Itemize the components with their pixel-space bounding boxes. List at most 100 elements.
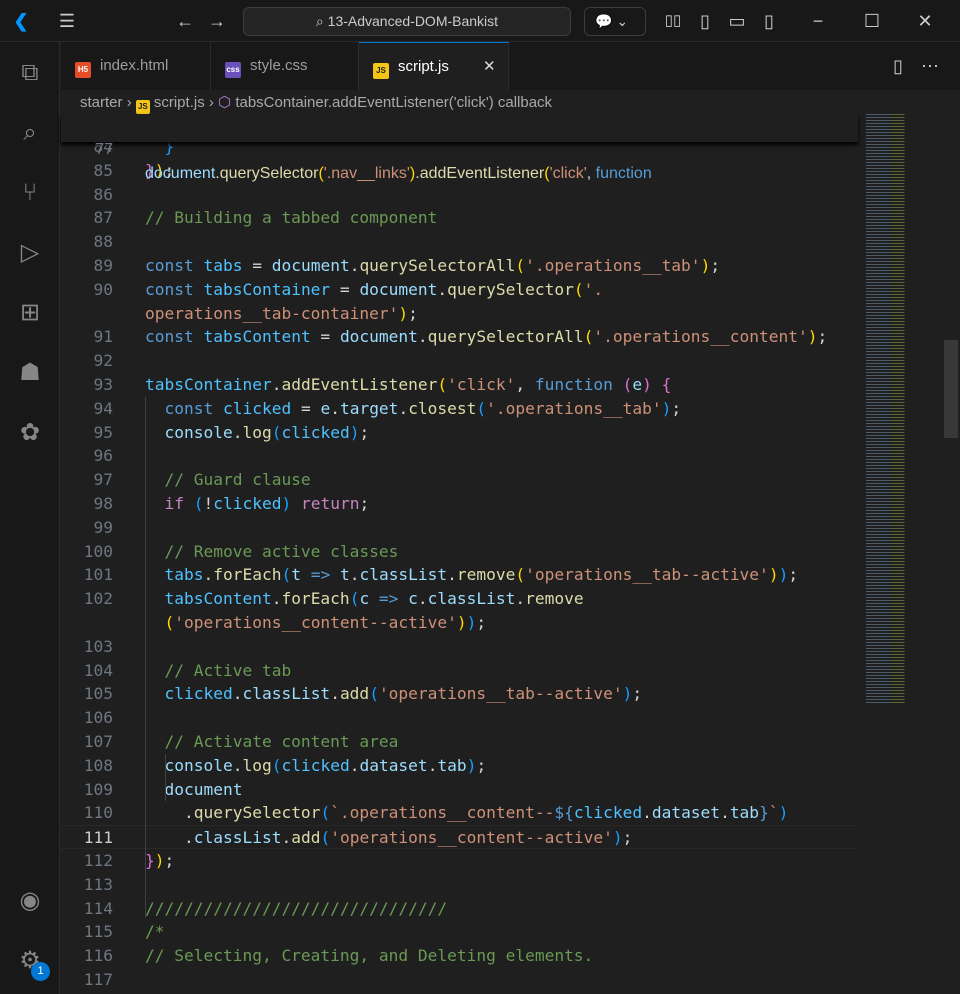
code-token: ) bbox=[456, 613, 467, 632]
sticky-scroll-header[interactable]: 77 document.querySelector('.nav__links')… bbox=[61, 114, 858, 182]
search-icon[interactable]: ⌕ bbox=[15, 118, 45, 148]
breadcrumb-file[interactable]: script.js bbox=[154, 94, 205, 111]
source-control-icon[interactable]: ⑂ bbox=[15, 178, 45, 208]
code-token: ; bbox=[817, 327, 828, 347]
code-token: t bbox=[291, 565, 301, 585]
code-token: forEach bbox=[281, 589, 350, 609]
code-token: { bbox=[651, 375, 672, 394]
tab-index-html[interactable]: H5 index.html bbox=[61, 42, 211, 90]
code-text: console.log(clicked); bbox=[145, 421, 369, 445]
code-line: ('operations__content--active')); bbox=[61, 611, 856, 635]
code-token: ) bbox=[768, 565, 779, 585]
code-token: ) bbox=[349, 422, 360, 442]
back-arrow-icon[interactable]: ← bbox=[172, 8, 198, 34]
line-number: 113 bbox=[83, 874, 113, 894]
code-token: e bbox=[320, 398, 331, 418]
code-line: 111 .classList.add('operations__content-… bbox=[61, 825, 856, 850]
code-token: . bbox=[232, 755, 243, 775]
run-debug-icon[interactable]: ▷ bbox=[15, 238, 45, 268]
code-token: classList bbox=[359, 565, 448, 585]
split-editor-icon[interactable]: ▯ bbox=[885, 53, 911, 79]
code-token: . bbox=[203, 565, 214, 585]
code-line: 87// Building a tabbed component bbox=[61, 206, 856, 230]
code-token: ) bbox=[281, 494, 292, 513]
code-token: . bbox=[349, 256, 360, 275]
code-token: closest bbox=[408, 398, 477, 418]
minimap[interactable] bbox=[866, 114, 936, 704]
line-number: 100 bbox=[83, 541, 113, 561]
line-number: 109 bbox=[83, 779, 113, 799]
code-line: 109 document bbox=[61, 778, 856, 802]
cat-extension-icon[interactable]: ☗ bbox=[15, 358, 45, 388]
line-number: 111 bbox=[83, 828, 113, 848]
code-token: ) bbox=[466, 613, 477, 632]
line-number: 112 bbox=[83, 851, 113, 870]
code-token: querySelector bbox=[193, 803, 321, 823]
code-token: document bbox=[359, 279, 438, 299]
code-token: = bbox=[330, 279, 360, 299]
line-number: 89 bbox=[93, 256, 114, 275]
line-number: 114 bbox=[83, 898, 113, 918]
code-token: ) bbox=[466, 755, 477, 775]
code-token: ) bbox=[807, 327, 818, 347]
code-text: // Guard clause bbox=[145, 468, 311, 492]
code-token: ) bbox=[778, 565, 789, 585]
code-token: clicked bbox=[145, 684, 233, 704]
command-center-search[interactable]: ⌕ 13-Advanced-DOM-Bankist bbox=[243, 7, 571, 36]
code-token: '.operations__tab' bbox=[525, 256, 701, 275]
code-token: ; bbox=[671, 398, 682, 418]
code-text: tabsContainer.addEventListener('click', … bbox=[145, 373, 671, 397]
minimize-icon[interactable]: − bbox=[805, 8, 831, 34]
code-token: // Active tab bbox=[145, 660, 292, 680]
breadcrumb-symbol[interactable]: tabsContainer.addEventListener('click') … bbox=[235, 94, 552, 111]
code-token: c bbox=[408, 589, 418, 609]
breadcrumb: starter › JS script.js › ⬡ tabsContainer.… bbox=[80, 92, 552, 114]
line-number: 92 bbox=[93, 351, 114, 371]
more-actions-icon[interactable]: ⋯ bbox=[917, 53, 943, 79]
css-file-icon: css bbox=[225, 62, 241, 78]
code-text: if (!clicked) return; bbox=[145, 492, 369, 516]
code-line: 89 const tabs = document.querySelectorAll… bbox=[61, 254, 856, 278]
code-token: dataset bbox=[359, 755, 428, 775]
code-text: // Building a tabbed component bbox=[145, 206, 437, 230]
copilot-button[interactable]: 💬 ⌄ bbox=[584, 7, 646, 36]
toggle-panel-icon[interactable]: ▭ bbox=[724, 8, 750, 34]
code-token: operations__tab-container' bbox=[145, 303, 399, 323]
method-symbol-icon: ⬡ bbox=[218, 94, 232, 111]
code-token: . bbox=[145, 828, 194, 848]
account-icon[interactable]: ◉ bbox=[15, 886, 45, 916]
code-text: const tabsContent = document.querySelect… bbox=[145, 325, 827, 349]
code-text: console.log(clicked.dataset.tab); bbox=[145, 754, 486, 778]
line-number: 97 bbox=[93, 470, 114, 490]
tab-style-css[interactable]: css style.css bbox=[211, 42, 359, 90]
code-token: . bbox=[398, 398, 409, 418]
customize-layout-icon[interactable]: ▯▯ bbox=[660, 8, 686, 34]
menu-icon[interactable]: ☰ bbox=[54, 8, 80, 34]
code-text: /////////////////////////////// bbox=[145, 897, 447, 921]
code-token: clicked bbox=[281, 755, 350, 775]
toggle-secondary-sidebar-icon[interactable]: ▯ bbox=[756, 8, 782, 34]
code-token: const bbox=[145, 398, 223, 418]
explorer-icon[interactable]: ⧉ bbox=[15, 58, 45, 88]
code-token: . bbox=[417, 589, 428, 609]
close-window-icon[interactable]: ✕ bbox=[912, 8, 938, 34]
code-editor[interactable]: 84 } 85}); 86 87// Building a tabbed compon… bbox=[61, 114, 856, 994]
code-token: // Guard clause bbox=[145, 470, 311, 490]
code-line: 107 // Activate content area bbox=[61, 730, 856, 754]
vertical-scrollbar[interactable] bbox=[944, 340, 958, 438]
tab-script-js[interactable]: JS script.js ✕ bbox=[359, 42, 509, 90]
breadcrumb-folder[interactable]: starter bbox=[80, 94, 123, 111]
code-token: tabsContainer bbox=[145, 375, 272, 394]
code-token: ; bbox=[788, 565, 799, 585]
forward-arrow-icon[interactable]: → bbox=[204, 8, 230, 34]
figma-icon[interactable]: ✿ bbox=[15, 418, 45, 448]
line-number: 106 bbox=[83, 708, 113, 728]
code-token: . bbox=[271, 375, 282, 394]
code-token: /////////////////////////////// bbox=[145, 898, 448, 918]
extensions-icon[interactable]: ⊞ bbox=[15, 298, 45, 328]
close-tab-icon[interactable]: ✕ bbox=[483, 43, 496, 91]
toggle-primary-sidebar-icon[interactable]: ▯ bbox=[692, 8, 718, 34]
code-token: document bbox=[145, 165, 216, 182]
code-token: } bbox=[145, 851, 155, 870]
maximize-icon[interactable]: ☐ bbox=[859, 8, 885, 34]
